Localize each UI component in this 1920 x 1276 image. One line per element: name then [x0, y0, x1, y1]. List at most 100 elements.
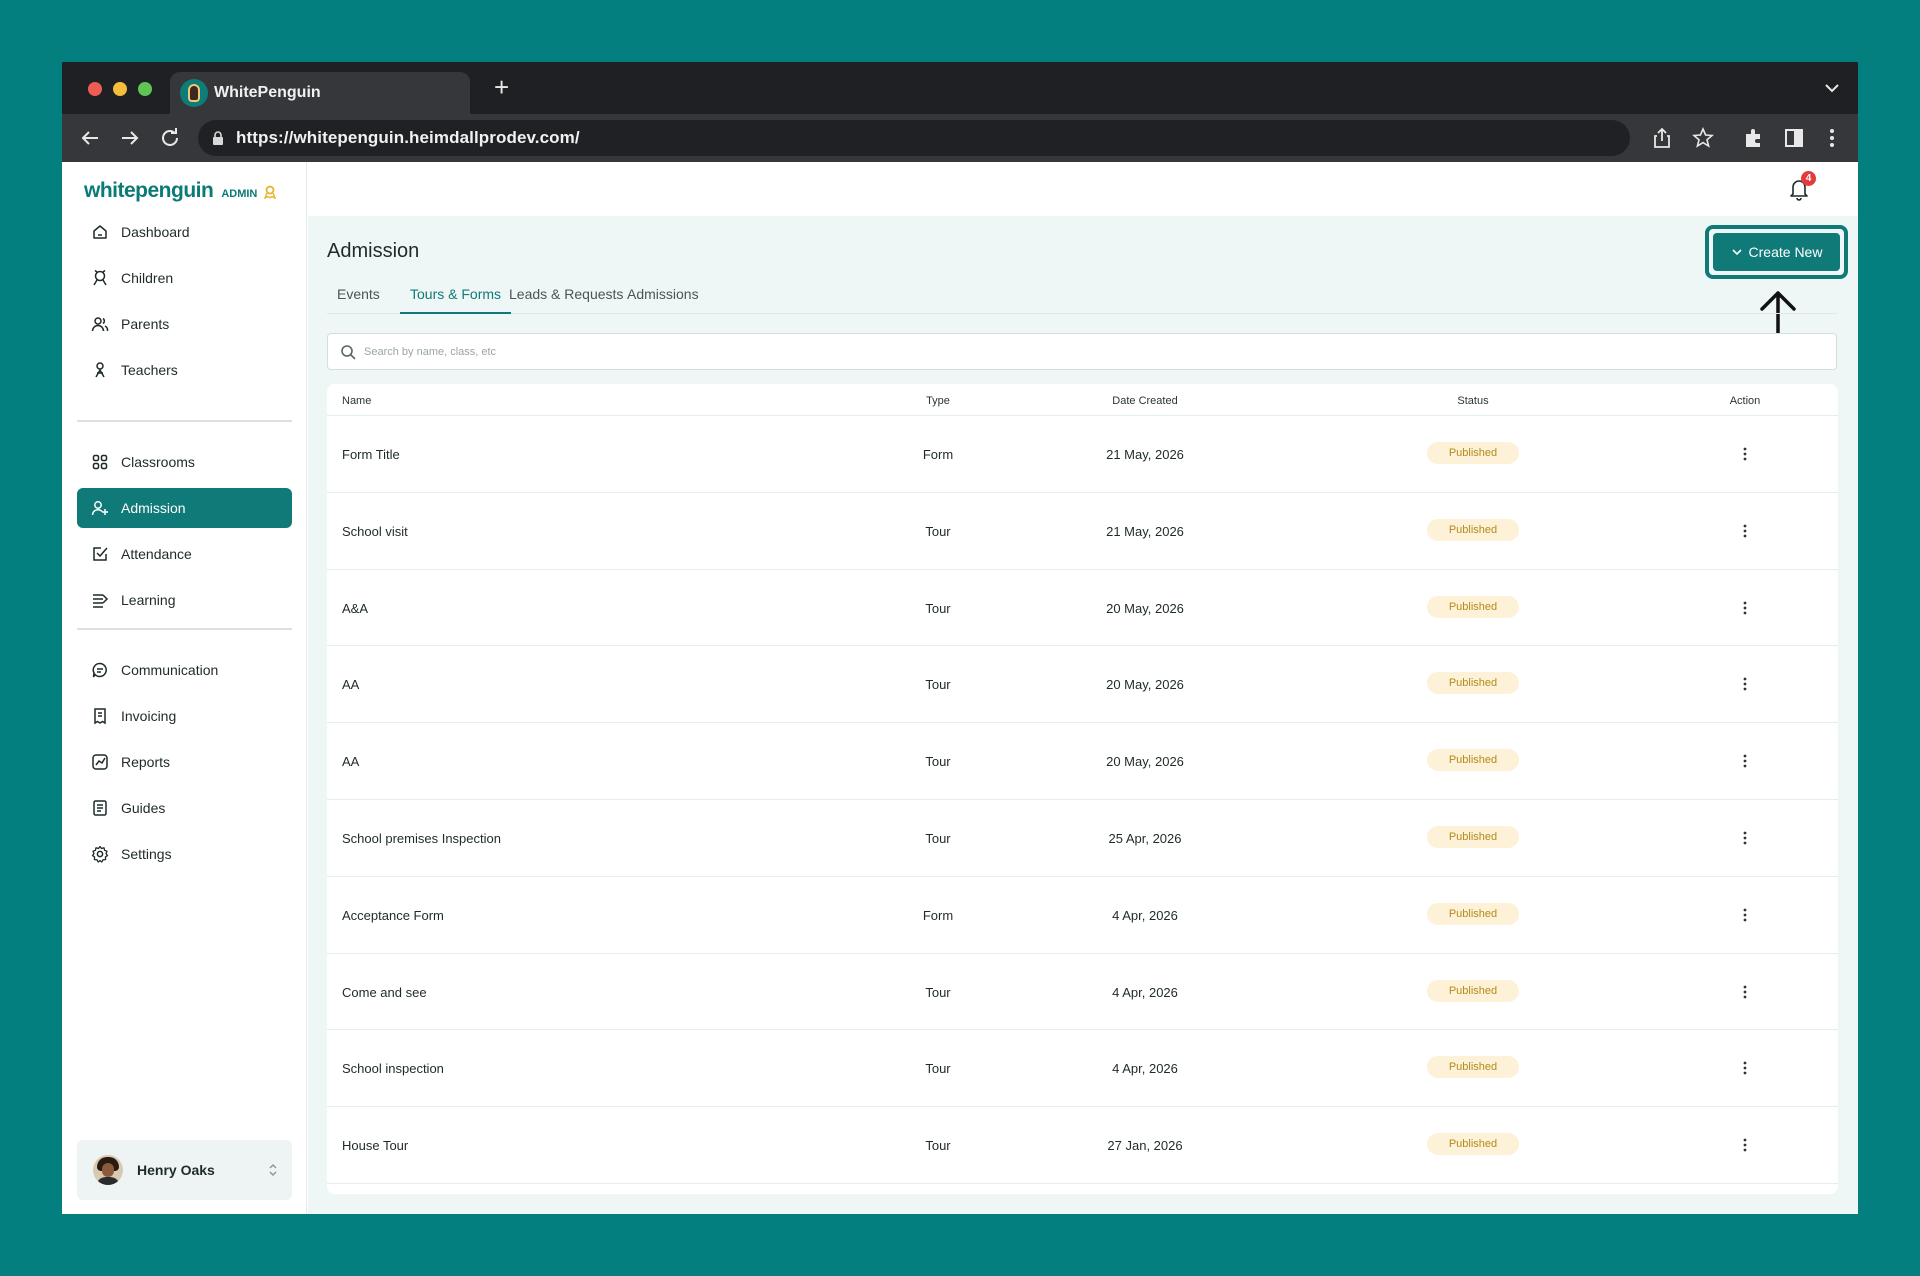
row-name[interactable]: AA	[342, 754, 359, 769]
sidebar-item-settings[interactable]: Settings	[77, 834, 292, 874]
notification-count-badge: 4	[1801, 171, 1816, 186]
table-row[interactable]: House Tour Tour 27 Jan, 2026 Published	[327, 1107, 1838, 1184]
sidebar-item-learning[interactable]: Learning	[77, 580, 292, 620]
reload-icon[interactable]	[158, 126, 182, 150]
more-vertical-icon[interactable]	[1735, 751, 1755, 771]
logo[interactable]: whitepenguin ADMIN	[84, 179, 277, 203]
browser-tab-strip: WhitePenguin +	[62, 62, 1858, 114]
sidebar-item-label: Learning	[121, 592, 176, 608]
sidebar-item-teachers[interactable]: Teachers	[77, 350, 292, 390]
minimize-window-button[interactable]	[113, 82, 127, 96]
table-header: Name Type Date Created Status Action	[327, 384, 1838, 416]
new-tab-button[interactable]: +	[494, 74, 509, 100]
chevron-down-icon[interactable]	[1824, 82, 1840, 94]
main-content: Admission Create New Events Tours & Form…	[308, 216, 1858, 1214]
status-badge: Published	[1427, 518, 1519, 541]
row-name[interactable]: Acceptance Form	[342, 908, 444, 923]
sidebar-item-classrooms[interactable]: Classrooms	[77, 442, 292, 482]
admission-tabs: Events Tours & Forms Leads & Requests Ad…	[327, 286, 1837, 314]
side-panel-icon[interactable]	[1782, 126, 1806, 150]
maximize-window-button[interactable]	[138, 82, 152, 96]
row-date-created: 20 May, 2026	[1106, 677, 1184, 693]
column-header-status[interactable]: Status	[1427, 395, 1519, 407]
close-window-button[interactable]	[88, 82, 102, 96]
table-row[interactable]: A&A Tour 20 May, 2026 Published	[327, 570, 1838, 647]
sidebar-item-children[interactable]: Children	[77, 258, 292, 298]
row-name[interactable]: Form Title	[342, 447, 400, 462]
back-arrow-icon[interactable]	[78, 126, 102, 150]
sidebar-item-invoicing[interactable]: Invoicing	[77, 696, 292, 736]
row-type: Tour	[925, 1138, 951, 1154]
tab-leads-requests[interactable]: Leads & Requests	[499, 286, 633, 314]
row-name[interactable]: Come and see	[342, 985, 427, 1000]
address-bar[interactable]: https://whitepenguin.heimdallprodev.com/	[198, 120, 1630, 156]
bookmark-star-icon[interactable]	[1691, 126, 1715, 150]
table-row[interactable]: School inspection Tour 4 Apr, 2026 Publi…	[327, 1030, 1838, 1108]
row-name[interactable]: A&A	[342, 601, 368, 616]
sidebar-item-communication[interactable]: Communication	[77, 650, 292, 690]
extensions-puzzle-icon[interactable]	[1742, 126, 1766, 150]
row-type: Tour	[925, 1061, 951, 1077]
more-vertical-icon[interactable]	[1735, 828, 1755, 848]
table-row[interactable]: School visit Tour 21 May, 2026 Published	[327, 493, 1838, 570]
search-input[interactable]	[364, 345, 964, 358]
sidebar-item-label: Children	[121, 270, 174, 286]
row-date-created: 4 Apr, 2026	[1112, 907, 1178, 923]
table-row[interactable]: School premises Inspection Tour 25 Apr, …	[327, 800, 1838, 877]
more-vertical-icon[interactable]	[1735, 674, 1755, 694]
chevron-up-down-icon[interactable]	[268, 1162, 278, 1178]
table-row[interactable]: Acceptance Form Form 4 Apr, 2026 Publish…	[327, 877, 1838, 954]
tab-tours-forms[interactable]: Tours & Forms	[400, 286, 512, 314]
more-vertical-icon[interactable]	[1735, 982, 1755, 1002]
sidebar-item-label: Attendance	[121, 546, 192, 562]
chart-icon	[92, 754, 108, 770]
row-name[interactable]: AA	[342, 677, 359, 692]
status-badge: Published	[1427, 1133, 1519, 1156]
logo-wordmark: whitepenguin	[84, 179, 214, 202]
table-row[interactable]: AA Tour 20 May, 2026 Published	[327, 723, 1838, 800]
column-header-date-created[interactable]: Date Created	[1080, 395, 1210, 407]
browser-menu-icon[interactable]	[1820, 126, 1844, 150]
row-type: Tour	[925, 523, 951, 539]
tab-events[interactable]: Events	[327, 286, 390, 314]
row-name[interactable]: House Tour	[342, 1138, 408, 1153]
sidebar-item-attendance[interactable]: Attendance	[77, 534, 292, 574]
app: whitepenguin ADMIN Dashboard Children Pa…	[62, 162, 1858, 1214]
create-new-button[interactable]: Create New	[1713, 233, 1840, 271]
sidebar-item-guides[interactable]: Guides	[77, 788, 292, 828]
column-header-action: Action	[1729, 395, 1761, 407]
sidebar-item-label: Admission	[121, 500, 186, 516]
more-vertical-icon[interactable]	[1735, 1058, 1755, 1078]
sidebar-item-dashboard[interactable]: Dashboard	[77, 212, 292, 252]
table-row[interactable]: Form Title Form 21 May, 2026 Published	[327, 416, 1838, 493]
more-vertical-icon[interactable]	[1735, 521, 1755, 541]
browser-tab[interactable]: WhitePenguin	[170, 72, 470, 114]
row-name[interactable]: School premises Inspection	[342, 831, 501, 846]
url-text: https://whitepenguin.heimdallprodev.com/	[236, 128, 580, 147]
column-header-type[interactable]: Type	[908, 395, 968, 407]
sidebar-item-admission[interactable]: Admission	[77, 488, 292, 528]
more-vertical-icon[interactable]	[1735, 598, 1755, 618]
learning-icon	[93, 594, 109, 608]
row-name[interactable]: School inspection	[342, 1061, 444, 1076]
row-type: Tour	[925, 830, 951, 846]
table-row[interactable]: Come and see Tour 4 Apr, 2026 Published	[327, 954, 1838, 1031]
share-icon[interactable]	[1650, 126, 1674, 150]
user-menu[interactable]: Henry Oaks	[77, 1140, 292, 1200]
status-badge: Published	[1427, 1056, 1519, 1079]
sidebar-item-label: Guides	[121, 800, 166, 816]
top-bar: 4	[308, 162, 1858, 216]
more-vertical-icon[interactable]	[1735, 905, 1755, 925]
gear-icon	[91, 845, 109, 863]
column-header-name[interactable]: Name	[342, 395, 371, 407]
sidebar-item-reports[interactable]: Reports	[77, 742, 292, 782]
sidebar-item-parents[interactable]: Parents	[77, 304, 292, 344]
table-row[interactable]: AA Tour 20 May, 2026 Published	[327, 646, 1838, 724]
forward-arrow-icon[interactable]	[118, 126, 142, 150]
sidebar-item-label: Invoicing	[121, 708, 177, 724]
row-name[interactable]: School visit	[342, 524, 408, 539]
more-vertical-icon[interactable]	[1735, 1135, 1755, 1155]
avatar	[93, 1155, 123, 1185]
more-vertical-icon[interactable]	[1735, 444, 1755, 464]
tab-admissions[interactable]: Admissions	[617, 286, 709, 314]
